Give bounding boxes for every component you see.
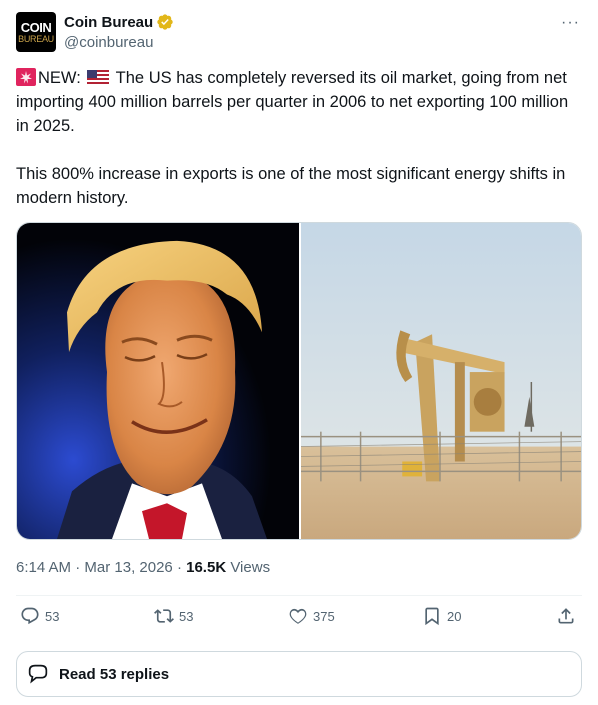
reply-count: 53 (45, 608, 60, 624)
tweet-prefix: NEW: (38, 69, 81, 87)
share-button[interactable] (556, 606, 581, 626)
tweet-text: NEW: The US has completely reversed its … (16, 66, 582, 210)
tweet-date[interactable]: Mar 13, 2026 (84, 559, 172, 576)
bookmark-button[interactable]: 20 (422, 606, 461, 626)
meta-separator: · (176, 559, 182, 576)
chat-bubbles-icon (28, 664, 48, 684)
media-grid[interactable] (16, 222, 582, 540)
repost-icon (154, 609, 174, 623)
tweet-header: COIN BUREAU Coin Bureau @coinbureau ··· (16, 12, 582, 56)
tweet-paragraph2: This 800% increase in exports is one of … (16, 165, 570, 207)
read-replies-button[interactable]: Read 53 replies (16, 651, 582, 697)
like-count: 375 (313, 608, 335, 624)
avatar-text-top: COIN (20, 19, 52, 35)
avatar-text-bottom: BUREAU (18, 33, 54, 44)
more-options-icon[interactable]: ··· (561, 14, 580, 32)
bookmark-count: 20 (447, 608, 462, 624)
oil-pumpjack-photo[interactable] (301, 223, 581, 539)
tweet-time[interactable]: 6:14 AM (16, 559, 71, 576)
meta-separator: · (75, 559, 81, 576)
tweet-meta: 6:14 AM · Mar 13, 2026 · 16.5K Views (16, 559, 270, 576)
verified-badge-icon (157, 14, 173, 30)
display-name[interactable]: Coin Bureau (64, 14, 153, 31)
handle[interactable]: @coinbureau (64, 34, 153, 51)
heart-icon (289, 608, 307, 624)
avatar[interactable]: COIN BUREAU (16, 12, 56, 52)
views-count: 16.5K (186, 559, 227, 576)
action-bar: 53 53 375 20 (16, 606, 582, 636)
smiling-man-photo[interactable] (17, 223, 299, 539)
repost-count: 53 (179, 608, 194, 624)
siren-emoji-icon (16, 68, 36, 86)
reply-button[interactable]: 53 (20, 606, 59, 626)
name-row: Coin Bureau (64, 13, 174, 31)
reply-icon (21, 607, 39, 625)
read-replies-label: Read 53 replies (59, 665, 170, 683)
bookmark-icon (425, 607, 439, 626)
repost-button[interactable]: 53 (154, 606, 193, 626)
views-label: Views (230, 559, 271, 576)
like-button[interactable]: 375 (288, 606, 335, 626)
us-flag-emoji-icon (87, 70, 110, 84)
share-icon (558, 608, 574, 624)
divider (16, 595, 582, 596)
